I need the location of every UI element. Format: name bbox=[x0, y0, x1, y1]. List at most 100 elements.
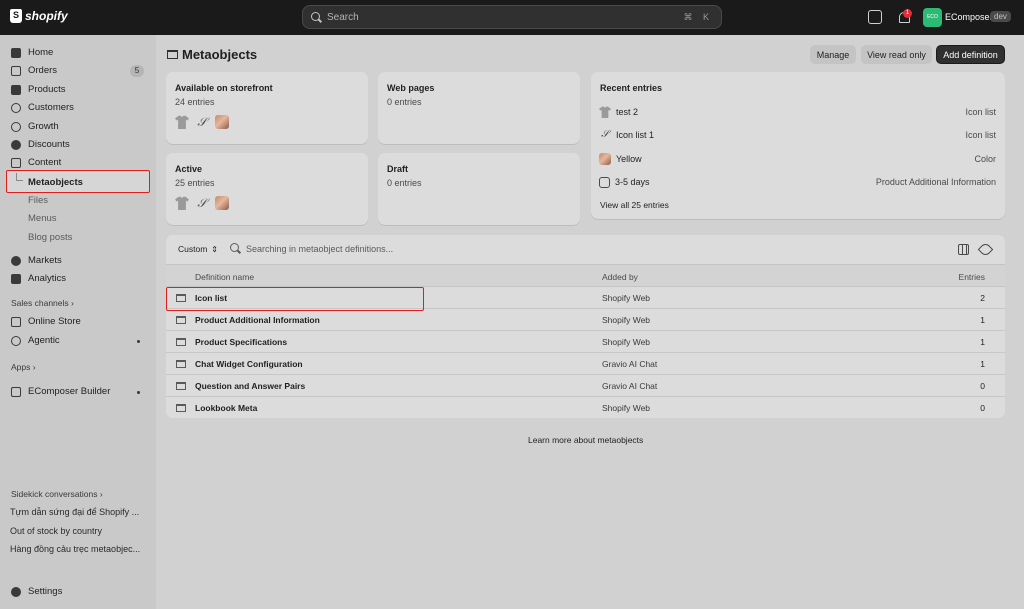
sidebar-item-products[interactable]: Products bbox=[11, 82, 66, 97]
definition-name[interactable]: Product Specifications bbox=[195, 337, 287, 347]
view-all-entries-link[interactable]: View all 25 entries bbox=[600, 200, 669, 210]
filter-bar: Custom ⇕ Searching in metaobject definit… bbox=[166, 235, 1005, 264]
chevron-right-icon: › bbox=[99, 489, 103, 499]
entry-name: 3-5 days bbox=[615, 177, 650, 187]
recent-entry[interactable]: Yellow Color bbox=[599, 151, 996, 167]
table-header: Definition name Added by Entries bbox=[166, 264, 1005, 287]
sidebar-item-label: Agentic bbox=[28, 335, 60, 346]
store-name[interactable]: EComposer bbox=[945, 12, 993, 22]
metaobject-icon bbox=[176, 316, 186, 324]
content-icon bbox=[11, 157, 21, 168]
script-thumbnail: 𝒮 bbox=[601, 129, 609, 140]
added-by: Shopify Web bbox=[602, 337, 651, 347]
add-definition-button[interactable]: Add definition bbox=[936, 45, 1005, 64]
sidebar-item-discounts[interactable]: Discounts bbox=[11, 137, 70, 152]
tshirt-thumbnail bbox=[175, 115, 189, 129]
sidebar-item-content[interactable]: Content bbox=[11, 155, 61, 170]
avatar[interactable]: ECO bbox=[923, 8, 942, 27]
sidebar-item-online-store[interactable]: Online Store bbox=[11, 314, 81, 329]
view-selector-label: Custom bbox=[178, 244, 208, 254]
home-icon bbox=[11, 47, 21, 58]
card-count: 0 entries bbox=[387, 97, 422, 107]
table-row[interactable]: Chat Widget Configuration Gravio AI Chat… bbox=[166, 353, 1005, 375]
sidebar-item-metaobjects[interactable]: Metaobjects bbox=[28, 175, 83, 189]
sidekick-label[interactable]: Sidekick conversations › bbox=[11, 489, 103, 499]
card-title: Recent entries bbox=[600, 83, 663, 93]
growth-icon bbox=[11, 121, 21, 132]
tag-icon bbox=[11, 84, 21, 95]
sidebar-item-menus[interactable]: Menus bbox=[28, 211, 57, 225]
sidebar-item-label: Discounts bbox=[28, 139, 70, 150]
column-header-name[interactable]: Definition name bbox=[195, 272, 254, 282]
recent-entry[interactable]: 𝒮 Icon list 1 Icon list bbox=[599, 127, 996, 143]
entries-count: 0 bbox=[980, 403, 985, 413]
store-icon[interactable] bbox=[868, 10, 882, 24]
gear-icon bbox=[11, 586, 21, 597]
tshirt-thumbnail bbox=[599, 106, 611, 118]
added-by: Shopify Web bbox=[602, 315, 651, 325]
sales-channels-label[interactable]: Sales channels › bbox=[11, 298, 74, 308]
entry-type: Product Additional Information bbox=[875, 177, 996, 187]
column-header-entries[interactable]: Entries bbox=[959, 272, 985, 282]
sidebar-item-markets[interactable]: Markets bbox=[11, 253, 62, 268]
sidebar-item-growth[interactable]: Growth bbox=[11, 119, 59, 134]
columns-icon[interactable] bbox=[958, 244, 969, 255]
definition-search-input[interactable]: Searching in metaobject definitions... bbox=[246, 244, 393, 254]
more-dot-icon[interactable] bbox=[137, 340, 140, 343]
metaobject-icon bbox=[167, 50, 178, 59]
sidebar-item-agentic[interactable]: Agentic bbox=[11, 333, 60, 348]
view-read-only-button[interactable]: View read only bbox=[861, 45, 932, 64]
notification-badge: 1 bbox=[903, 9, 912, 18]
photo-thumbnail bbox=[215, 196, 229, 210]
script-thumbnail: 𝒮 bbox=[197, 115, 207, 129]
table-row[interactable]: Product Specifications Shopify Web 1 bbox=[166, 331, 1005, 353]
search-input[interactable]: Search bbox=[327, 12, 683, 23]
added-by: Gravio AI Chat bbox=[602, 381, 658, 391]
entries-count: 0 bbox=[980, 381, 985, 391]
sidebar-item-blog-posts[interactable]: Blog posts bbox=[28, 230, 72, 244]
column-header-added-by[interactable]: Added by bbox=[602, 272, 638, 282]
web-pages-card[interactable]: Web pages 0 entries bbox=[378, 72, 580, 144]
apps-label[interactable]: Apps › bbox=[11, 362, 36, 372]
recent-entry[interactable]: 3-5 days Product Additional Information bbox=[599, 174, 996, 190]
definition-name[interactable]: Lookbook Meta bbox=[195, 403, 257, 413]
definition-name[interactable]: Question and Answer Pairs bbox=[195, 381, 305, 391]
eye-icon[interactable] bbox=[977, 241, 994, 258]
manage-button[interactable]: Manage bbox=[810, 45, 856, 64]
table-row[interactable]: Question and Answer Pairs Gravio AI Chat… bbox=[166, 375, 1005, 397]
storefront-card[interactable]: Available on storefront 24 entries 𝒮 bbox=[166, 72, 368, 144]
card-title: Web pages bbox=[387, 83, 435, 93]
sidebar-item-files[interactable]: Files bbox=[28, 193, 48, 207]
chevron-updown-icon: ⇕ bbox=[211, 244, 218, 254]
section-label-text: Sales channels bbox=[11, 298, 69, 308]
photo-thumbnail bbox=[215, 115, 229, 129]
view-selector[interactable]: Custom ⇕ bbox=[178, 244, 218, 254]
draft-card[interactable]: Draft 0 entries bbox=[378, 153, 580, 225]
sidebar-item-label: Analytics bbox=[28, 273, 67, 284]
active-card[interactable]: Active 25 entries 𝒮 bbox=[166, 153, 368, 225]
sidekick-conversation[interactable]: Hàng đồng cảu trẹc metaobjec... bbox=[10, 544, 146, 554]
card-count: 25 entries bbox=[175, 178, 215, 188]
sidebar-item-settings[interactable]: Settings bbox=[11, 584, 62, 599]
table-row[interactable]: Product Additional Information Shopify W… bbox=[166, 309, 1005, 331]
sidekick-conversation[interactable]: Out of stock by country bbox=[10, 526, 146, 536]
sub-item-connector bbox=[16, 173, 23, 181]
sidebar-item-analytics[interactable]: Analytics bbox=[11, 271, 66, 286]
sidebar-item-ecomposer[interactable]: EComposer Builder bbox=[11, 384, 110, 399]
recent-entry[interactable]: test 2 Icon list bbox=[599, 104, 996, 120]
definition-name[interactable]: Product Additional Information bbox=[195, 315, 320, 325]
learn-more-link[interactable]: Learn more about metaobjects bbox=[528, 435, 643, 445]
entry-name: Icon list 1 bbox=[616, 130, 655, 140]
global-search[interactable]: Search ⌘ K bbox=[302, 5, 722, 29]
table-row[interactable]: Lookbook Meta Shopify Web 0 bbox=[166, 397, 1005, 418]
more-dot-icon[interactable] bbox=[137, 391, 140, 394]
added-by: Gravio AI Chat bbox=[602, 359, 658, 369]
sidebar-item-customers[interactable]: Customers bbox=[11, 100, 74, 115]
definition-search[interactable]: Searching in metaobject definitions... bbox=[230, 243, 393, 254]
search-icon bbox=[230, 243, 241, 254]
sidebar-item-home[interactable]: Home bbox=[11, 45, 53, 60]
definition-name[interactable]: Chat Widget Configuration bbox=[195, 359, 303, 369]
shopify-logo[interactable]: shopify bbox=[10, 9, 68, 23]
sidekick-conversation[interactable]: Tựm dẫn sứng đại để Shopify ... bbox=[10, 507, 146, 517]
sidebar-item-orders[interactable]: Orders bbox=[11, 63, 57, 78]
